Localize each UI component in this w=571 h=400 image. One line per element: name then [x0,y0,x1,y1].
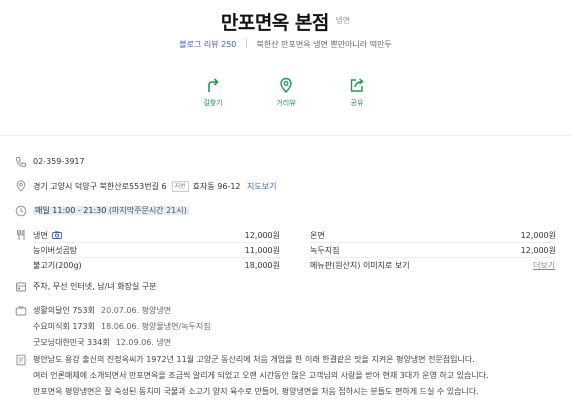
summary-row: 블로그 리뷰 250 북한산 만포면옥 냉면 뿐만아니라 떡만두 [0,39,571,50]
jibun-address: 효자동 96-12 [192,182,241,191]
menu-item-price: 11,000원 [244,246,280,255]
jibun-tag: 지번 [171,181,189,192]
road-address: 경기 고양시 덕양구 북한산로553번길 6 [33,182,167,191]
address-line: 경기 고양시 덕양구 북한산로553번길 6 지번 효자동 96-12 지도보기 [33,181,277,192]
facilities-text: 주차, 무선 인터넷, 남/녀 화장실 구분 [33,282,157,291]
menu-divider [33,242,280,243]
map-view-link[interactable]: 지도보기 [247,182,276,191]
media-detail: 20.07.06. 평양냉면 [100,306,172,315]
cutlery-icon [17,229,25,240]
menu-item-name: 냉면 [33,230,63,241]
document-icon [16,354,26,366]
media-appearance: 수요미식회 173회 18.06.06. 평양물냉면/녹두지짐 [33,321,211,332]
menu-item-name: 녹두지짐 [310,246,340,255]
facilities-icon [16,282,26,292]
title-row: 만포면옥 본점 냉면 [0,8,571,35]
action-bar: 길찾기 거리뷰 공유 [0,77,571,117]
menu-item-name: 불고기(200g) [33,261,82,270]
intro-line: 여러 언론매체에 소개되면서 만포면옥을 조금씩 알리게 되었고 오랜 시간동안… [33,371,489,380]
menu-item-name: 온면 [310,231,325,240]
location-icon [16,180,26,192]
hours-line: 매일 11:00 - 21:30 (마지막주문시간 21시) [33,205,189,216]
street-view-label: 거리뷰 [276,99,296,107]
media-program: 굿모닝대한민국 334회 [33,338,110,347]
share-label: 공유 [350,99,364,107]
section-divider [0,135,571,136]
location-pin-icon [280,77,292,93]
media-appearance: 굿모닝대한민국 334회 12.09.06. 냉면 [33,337,171,348]
tv-icon [15,305,27,316]
separator [245,39,247,48]
menu-item-price: 12,000원 [244,231,280,240]
clock-icon [15,205,27,217]
share-icon [350,78,364,92]
menu-item-price: 18,000원 [244,261,280,270]
menu-divider [33,257,280,258]
media-program: 생활의달인 753회 [33,306,95,315]
directions-label: 길찾기 [203,99,223,107]
last-order: (마지막주문시간 21시) [108,206,187,215]
route-icon [208,78,219,92]
menu-item-price: 12,000원 [520,246,556,255]
menu-more-link[interactable]: 더보기 [533,260,555,271]
menu-item-price: 12,000원 [520,231,556,240]
media-detail: 18.06.06. 평양물냉면/녹두지짐 [100,322,211,331]
hours-time: 매일 11:00 - 21:30 [35,206,107,215]
phone-icon [16,157,26,167]
place-header: 만포면옥 본점 냉면 블로그 리뷰 250 북한산 만포면옥 냉면 뿐만아니라 … [0,0,571,134]
place-category: 냉면 [335,16,351,25]
menu-item-name: 능이버섯곰탕 [33,246,78,255]
media-program: 수요미식회 173회 [33,322,95,331]
blog-review-count[interactable]: 250 [221,40,236,49]
menu-photo-link[interactable]: 메뉴판(원산지) 이미지로 보기 [310,260,410,271]
media-detail: 12.09.06. 냉면 [115,338,172,347]
intro-line: 평안남도 용강 출신의 진정옥씨가 1972년 11월 고양군 동산리에 처음 … [33,355,475,364]
place-name: 만포면옥 본점 [220,12,330,34]
share-button[interactable]: 공유 [337,77,377,108]
blog-review-link[interactable]: 블로그 리뷰 [179,40,218,49]
street-view-button[interactable]: 거리뷰 [266,77,306,108]
camera-icon [52,231,63,239]
menu-divider [310,242,556,243]
intro-line: 만포면옥 평양냉면은 잘 숙성된 동치미 국물과 소고기 양지 육수로 만들어,… [33,387,479,396]
media-appearance: 생활의달인 753회 20.07.06. 평양냉면 [33,305,171,316]
hours-text: 매일 11:00 - 21:30 (마지막주문시간 21시) [33,206,189,215]
directions-button[interactable]: 길찾기 [193,77,233,108]
menu-divider [310,257,556,258]
place-description: 북한산 만포면옥 냉면 뿐만아니라 떡만두 [256,40,392,49]
phone-number[interactable]: 02-359-3917 [33,157,85,166]
